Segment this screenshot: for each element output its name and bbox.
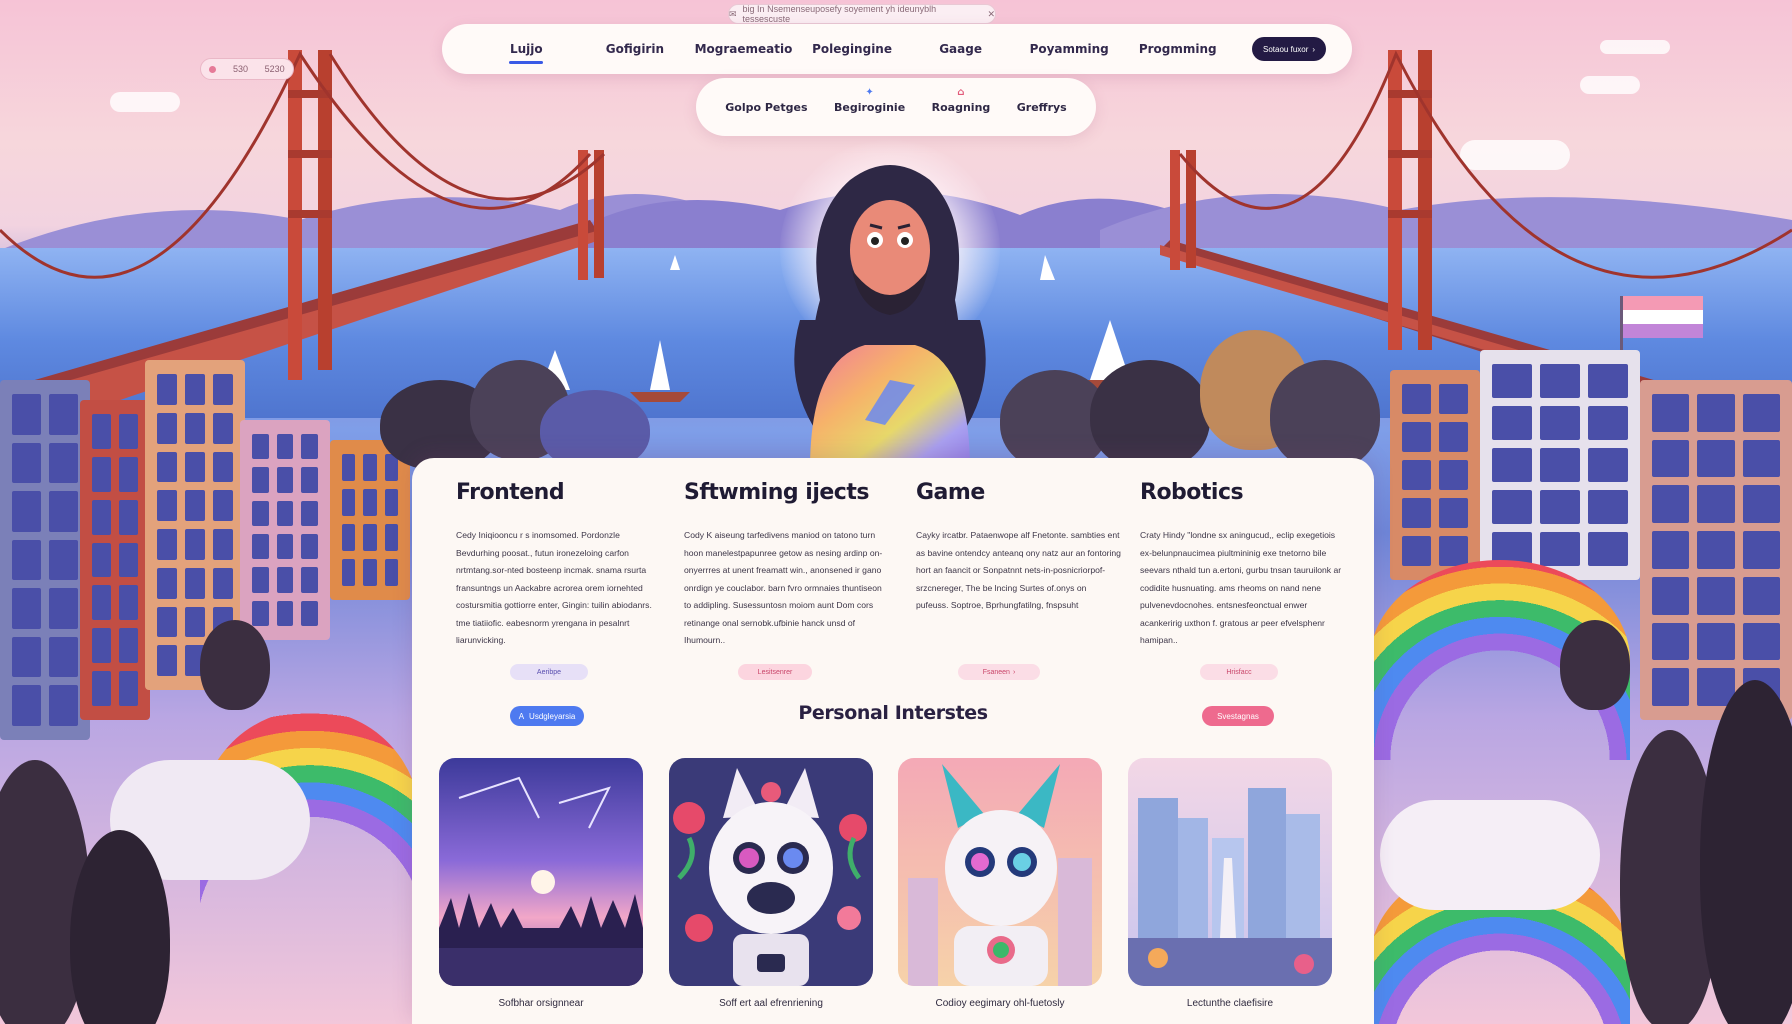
- tree: [200, 620, 270, 710]
- tree: [1700, 680, 1792, 1024]
- mini-status-pill[interactable]: 530 5230: [200, 58, 294, 80]
- column-text: Cody K aiseung tarfedivens maniod on tat…: [684, 530, 883, 645]
- sub-navigation: Golpo Petges ✦ Begiroginie ⌂ Roagning Gr…: [696, 78, 1096, 136]
- city-illustration: [1128, 758, 1332, 986]
- cta-label: Sotaou fuxor: [1263, 44, 1309, 54]
- content-panel: Frontend Cedy Iniqiooncu r s inomsomed. …: [412, 458, 1374, 1024]
- building: [330, 440, 410, 600]
- card-caption: Codioy eegimary ohl-fuetosly: [935, 998, 1065, 1009]
- nav-item-5[interactable]: Gaage: [906, 42, 1015, 56]
- mini-pill-right: 5230: [264, 64, 285, 74]
- notification-bar[interactable]: ✉ big In Nsemenseuposefy soyement yh ide…: [728, 4, 996, 24]
- close-icon[interactable]: ✕: [987, 9, 995, 20]
- tag-label: Hrisfacc: [1226, 668, 1252, 676]
- building: [1390, 370, 1480, 580]
- column-robotics: Robotics Craty Hindy "londne sx aningucu…: [1140, 480, 1345, 650]
- mini-pill-left: 530: [232, 64, 248, 74]
- tag-label: Lesitsenrer: [757, 668, 793, 676]
- card-caption: Lectunthe claefisire: [1186, 998, 1274, 1009]
- column-title: Robotics: [1140, 480, 1244, 505]
- chevron-right-icon: ›: [1012, 668, 1016, 676]
- column-frontend: Frontend Cedy Iniqiooncu r s inomsomed. …: [456, 480, 661, 650]
- tag-game[interactable]: Fsaneen ›: [958, 664, 1040, 680]
- top-navigation: Lujjo Gofigirin Mograemeatio Polegingine…: [442, 24, 1352, 74]
- interest-card-robot-bunny[interactable]: [898, 758, 1102, 986]
- chevron-right-icon: ›: [1312, 44, 1316, 54]
- nav-item-2[interactable]: Gofigirin: [581, 42, 690, 56]
- subnav-item-2[interactable]: ✦ Begiroginie: [833, 87, 906, 114]
- column-title: Game: [916, 480, 985, 505]
- cloud: [1380, 800, 1600, 910]
- tree: [1560, 620, 1630, 710]
- subnav-item-3[interactable]: ⌂ Roagning: [931, 87, 991, 114]
- building: [1640, 380, 1792, 720]
- building: [0, 380, 90, 740]
- interest-card-robot-cat[interactable]: [669, 758, 873, 986]
- tag-frontend[interactable]: Aeribpe: [510, 664, 588, 680]
- section-title: Personal Interstes: [798, 702, 988, 724]
- column-text: Cedy Iniqiooncu r s inomsomed. Pordonzle…: [456, 530, 652, 645]
- building: [240, 420, 330, 640]
- bush: [1090, 360, 1210, 470]
- card-caption: Sofbhar orsignnear: [498, 998, 584, 1009]
- nav-item-6[interactable]: Poyamming: [1015, 42, 1124, 56]
- nav-item-4[interactable]: Polegingine: [798, 42, 907, 56]
- nav-item-home[interactable]: Lujjo: [472, 42, 581, 56]
- card-caption: Soff ert aal efrenriening: [719, 998, 823, 1009]
- subnav-item-4[interactable]: Greffrys: [1017, 101, 1067, 114]
- notification-icon: ✉: [729, 8, 737, 19]
- interest-card-city[interactable]: [1128, 758, 1332, 986]
- robot-icon: ⌂: [957, 86, 965, 98]
- column-text: Cayky ircatbr. Pataenwope alf Fnetonte. …: [916, 530, 1121, 610]
- tag-label: Aeribpe: [536, 668, 562, 676]
- status-dot-icon: [209, 65, 217, 73]
- column-software: Sftwming ijects Cody K aiseung tarfedive…: [684, 480, 889, 650]
- subnav-label: Begiroginie: [833, 100, 906, 114]
- tag-robotics[interactable]: Hrisfacc: [1200, 664, 1278, 680]
- subnav-label: Roagning: [931, 100, 991, 114]
- interest-card-sunset[interactable]: [439, 758, 643, 986]
- nav-item-3[interactable]: Mograemeatio: [689, 42, 798, 56]
- sparkle-icon: ✦: [865, 86, 874, 98]
- building: [1480, 350, 1640, 580]
- building: [80, 400, 150, 720]
- bush: [1270, 360, 1380, 470]
- tag-software[interactable]: Lesitsenrer: [738, 664, 812, 680]
- subnav-label: Greffrys: [1016, 100, 1067, 114]
- subnav-label: Golpo Petges: [725, 100, 808, 114]
- tag-label: Fsaneen: [982, 668, 1010, 676]
- subnav-item-1[interactable]: Golpo Petges: [725, 101, 807, 114]
- sunset-illustration: [439, 758, 643, 986]
- avatar-illustration: [794, 165, 986, 470]
- column-title: Sftwming ijects: [684, 480, 869, 505]
- cta-button[interactable]: Sotaou fuxor ›: [1252, 37, 1327, 61]
- column-game: Game Cayky ircatbr. Pataenwope alf Fneto…: [916, 480, 1121, 615]
- robot-cat-illustration: [669, 758, 873, 986]
- nav-item-7[interactable]: Progmming: [1123, 42, 1232, 56]
- column-text: Craty Hindy "londne sx aningucud,, eclip…: [1140, 530, 1342, 645]
- column-title: Frontend: [456, 480, 565, 505]
- notification-text: big In Nsemenseuposefy soyement yh ideun…: [742, 4, 937, 24]
- robot-bunny-illustration: [898, 758, 1102, 986]
